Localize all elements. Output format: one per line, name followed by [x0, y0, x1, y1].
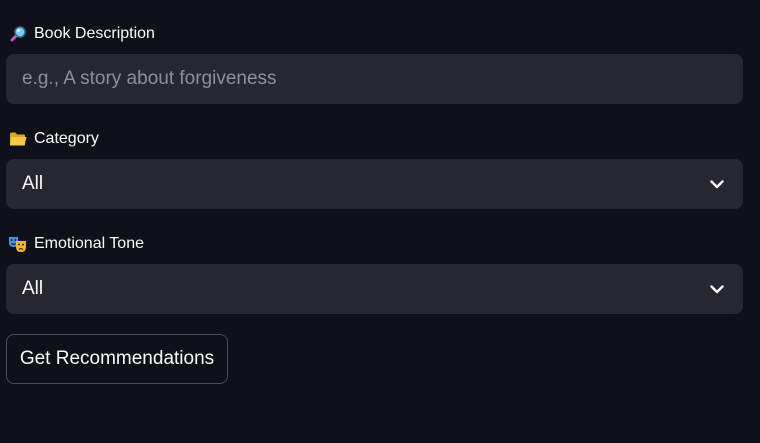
description-input-container[interactable]	[6, 54, 743, 104]
description-input[interactable]	[6, 54, 743, 104]
category-selected-value: All	[22, 173, 44, 194]
description-label: Book Description	[34, 25, 155, 42]
tone-label: Emotional Tone	[34, 235, 144, 252]
category-label-row: Category	[8, 128, 99, 150]
description-label-row: Book Description	[8, 23, 155, 45]
magnifying-glass-icon	[8, 24, 28, 44]
recommendation-form: Book Description Category All	[0, 0, 760, 443]
chevron-down-icon[interactable]	[707, 279, 727, 299]
tone-selected-value: All	[22, 278, 44, 299]
tone-select[interactable]: All	[6, 264, 743, 314]
get-recommendations-button[interactable]: Get Recommendations	[6, 334, 228, 384]
chevron-down-icon[interactable]	[707, 174, 727, 194]
tone-label-row: Emotional Tone	[8, 233, 144, 255]
folder-icon	[8, 129, 28, 149]
theater-masks-icon	[8, 234, 28, 254]
category-select[interactable]: All	[6, 159, 743, 209]
category-label: Category	[34, 130, 99, 147]
